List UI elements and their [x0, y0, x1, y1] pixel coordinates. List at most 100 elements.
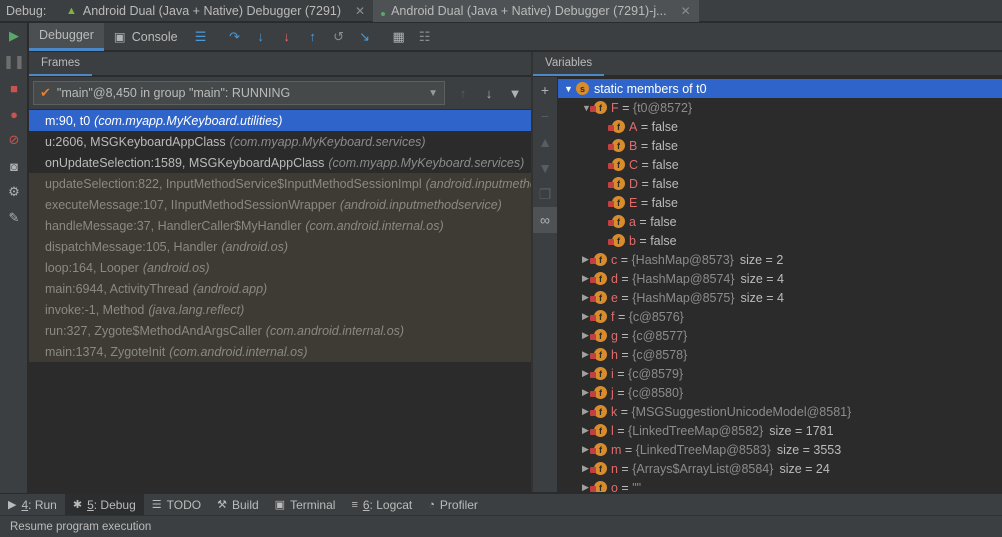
mute-breakpoints-button[interactable]: ⊘: [0, 127, 28, 153]
lock-icon: [590, 334, 596, 340]
show-execution-point-icon[interactable]: ☰: [188, 23, 214, 51]
next-frame-icon[interactable]: ↓: [477, 81, 501, 105]
tool-window-tab[interactable]: ✱ 5: Debug: [64, 493, 144, 516]
expanded-arrow-icon[interactable]: ▼: [564, 84, 576, 94]
camera-icon[interactable]: ◙: [0, 153, 28, 179]
tool-window-tab[interactable]: ▣ Terminal: [267, 494, 344, 516]
variable-row[interactable]: ▶ f o = "": [558, 478, 1002, 492]
frame-row[interactable]: m:90, t0 (com.myapp.MyKeyboard.utilities): [29, 110, 531, 131]
frame-row[interactable]: onUpdateSelection:1589, MSGKeyboardAppCl…: [29, 152, 531, 173]
lock-icon: [608, 201, 614, 207]
variable-row[interactable]: ▶ f i = {c@8579}: [558, 364, 1002, 383]
tool-window-tab[interactable]: ⚒ Build: [209, 494, 267, 516]
frame-row[interactable]: invoke:-1, Method (java.lang.reflect): [29, 299, 531, 320]
tool-window-icon: ⚒: [217, 499, 227, 511]
tool-window-tab[interactable]: ▶ 4: Run: [0, 494, 65, 516]
variable-row[interactable]: fB = false: [558, 136, 1002, 155]
trace-icon[interactable]: ☷: [412, 23, 438, 51]
tool-window-tab[interactable]: ◔ Profiler: [420, 494, 486, 516]
filter-icon[interactable]: ▼: [503, 81, 527, 105]
move-up-icon[interactable]: ▲: [533, 129, 557, 155]
variable-row[interactable]: fD = false: [558, 174, 1002, 193]
tab-debugger[interactable]: Debugger: [29, 22, 104, 51]
variable-row[interactable]: ▼ f F = {t0@8572}: [558, 98, 1002, 117]
frames-tab[interactable]: Frames: [29, 52, 92, 76]
variable-row[interactable]: fb = false: [558, 231, 1002, 250]
field-icon: f: [590, 253, 607, 266]
frame-package: (android.app): [192, 281, 268, 296]
variable-row[interactable]: ▶ f c = {HashMap@8573} size = 2: [558, 250, 1002, 269]
variable-row[interactable]: ▶ f d = {HashMap@8574} size = 4: [558, 269, 1002, 288]
variable-value: false: [651, 195, 678, 210]
copy-icon[interactable]: ❐: [533, 181, 557, 207]
tab-console[interactable]: ▣ Console: [104, 23, 188, 51]
close-icon[interactable]: ✕: [681, 4, 691, 18]
variable-row[interactable]: ▶ f m = {LinkedTreeMap@8583} size = 3553: [558, 440, 1002, 459]
pin-icon[interactable]: ✎: [0, 205, 28, 231]
variable-row[interactable]: ▶ f e = {HashMap@8575} size = 4: [558, 288, 1002, 307]
frame-row[interactable]: executeMessage:107, IInputMethodSessionW…: [29, 194, 531, 215]
variable-row[interactable]: ▶ f f = {c@8576}: [558, 307, 1002, 326]
variable-row[interactable]: fC = false: [558, 155, 1002, 174]
evaluate-expression-icon[interactable]: ▦: [386, 23, 412, 51]
variable-row[interactable]: fa = false: [558, 212, 1002, 231]
frame-row[interactable]: run:327, Zygote$MethodAndArgsCaller (com.…: [29, 320, 531, 341]
variable-name: h: [611, 347, 618, 362]
variable-row[interactable]: ▼ s static members of t0: [558, 79, 1002, 98]
lock-icon: [590, 448, 596, 454]
variable-equals: =: [617, 328, 633, 343]
resume-button[interactable]: ▶: [0, 23, 28, 49]
tool-window-tab[interactable]: ≡ 6: Logcat: [343, 494, 420, 516]
variable-row[interactable]: fE = false: [558, 193, 1002, 212]
tool-window-icon: ☰: [151, 499, 162, 511]
variable-row[interactable]: ▶ f g = {c@8577}: [558, 326, 1002, 345]
frame-row[interactable]: u:2606, MSGKeyboardAppClass (com.myapp.My…: [29, 131, 531, 152]
debug-side-toolbar: ▶ ❚❚ ■ ● ⊘ ◙ ⚙ ✎: [0, 23, 28, 493]
frame-row[interactable]: handleMessage:37, HandlerCaller$MyHandle…: [29, 215, 531, 236]
variable-row[interactable]: ▶ f n = {Arrays$ArrayList@8584} size = 24: [558, 459, 1002, 478]
frame-row[interactable]: main:6944, ActivityThread (android.app): [29, 278, 531, 299]
move-down-icon[interactable]: ▼: [533, 155, 557, 181]
frame-method: dispatchMessage:105, Handler: [45, 239, 218, 254]
frame-package: (android.os): [221, 239, 289, 254]
add-watch-icon[interactable]: +: [533, 77, 557, 103]
force-step-into-icon[interactable]: ↓: [274, 23, 300, 51]
variable-row[interactable]: ▶ f l = {LinkedTreeMap@8582} size = 1781: [558, 421, 1002, 440]
pause-button[interactable]: ❚❚: [0, 49, 28, 75]
field-icon: f: [590, 329, 607, 342]
variables-tab[interactable]: Variables: [533, 52, 605, 76]
frame-row[interactable]: dispatchMessage:105, Handler (android.os): [29, 236, 531, 257]
close-icon[interactable]: ✕: [355, 4, 365, 18]
run-to-cursor-icon[interactable]: ↘: [352, 23, 378, 51]
frame-row[interactable]: updateSelection:822, InputMethodService$…: [29, 173, 531, 194]
variable-row[interactable]: ▶ f j = {c@8580}: [558, 383, 1002, 402]
frame-row[interactable]: loop:164, Looper (android.os): [29, 257, 531, 278]
variable-row[interactable]: ▶ f h = {c@8578}: [558, 345, 1002, 364]
debug-session-tab-1[interactable]: ▲ Android Dual (Java + Native) Debugger …: [58, 0, 373, 22]
variables-toolbar: + − ▲ ▼ ❐ ∞: [533, 77, 557, 492]
previous-frame-icon[interactable]: ↑: [451, 81, 475, 105]
variable-row[interactable]: fA = false: [558, 117, 1002, 136]
tool-window-label: : Logcat: [369, 497, 413, 512]
stop-button[interactable]: ■: [0, 75, 28, 101]
thread-select-value: "main"@8,450 in group "main": RUNNING: [56, 86, 291, 100]
step-out-icon[interactable]: ↑: [300, 23, 326, 51]
show-watches-icon[interactable]: ∞: [533, 207, 557, 233]
tool-window-icon: ▣: [274, 499, 286, 511]
settings-icon[interactable]: ⚙: [0, 179, 28, 205]
step-into-icon[interactable]: ↓: [248, 23, 274, 51]
variables-tree: ▼ s static members of t0 ▼ f F = {t0@8572} f A …: [558, 79, 1002, 492]
tool-window-icon: ✱: [72, 499, 83, 511]
remove-watch-icon[interactable]: −: [533, 103, 557, 129]
frame-method: run:327, Zygote$MethodAndArgsCaller: [45, 323, 262, 338]
variable-row[interactable]: ▶ f k = {MSGSuggestionUnicodeModel@8581}: [558, 402, 1002, 421]
drop-frame-icon[interactable]: ↺: [326, 23, 352, 51]
frame-row[interactable]: main:1374, ZygoteInit (com.android.intern…: [29, 341, 531, 362]
lock-icon: [590, 391, 596, 397]
tool-window-tab[interactable]: ☰ TODO: [144, 494, 209, 516]
debug-session-tab-2[interactable]: Android Dual (Java + Native) Debugger (7…: [373, 0, 699, 22]
step-over-icon[interactable]: ↷: [222, 23, 248, 51]
variable-name: A: [629, 119, 638, 134]
thread-select[interactable]: ✔ "main"@8,450 in group "main": RUNNING …: [33, 81, 445, 105]
view-breakpoints-button[interactable]: ●: [0, 101, 28, 127]
